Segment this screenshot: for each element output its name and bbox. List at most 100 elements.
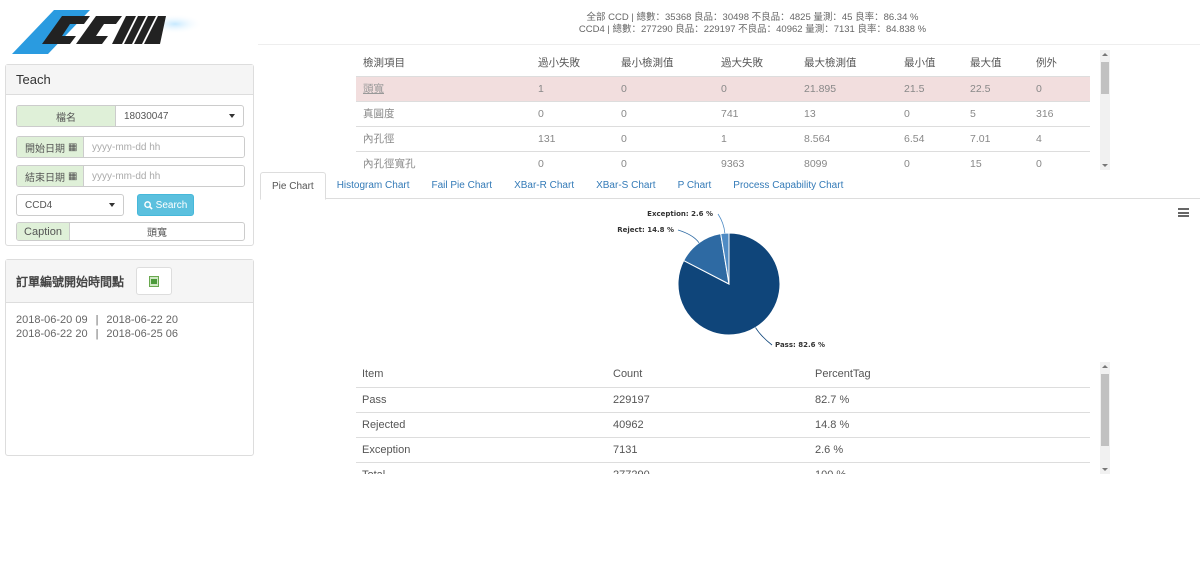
file-name-select[interactable]: 檔名 18030047: [16, 105, 244, 127]
detect-cell: 0: [614, 126, 714, 152]
chevron-down-icon: [229, 114, 235, 118]
chart-tabs: Pie Chart Histogram Chart Fail Pie Chart XB…: [260, 172, 1200, 200]
tab-p-chart[interactable]: P Chart: [667, 172, 723, 199]
detect-cell: 21.5: [897, 76, 963, 102]
ccm-logo-icon: [12, 10, 203, 54]
detect-table-container: 檢測項目 過小失敗 最小檢測值 過大失敗 最大檢測值 最小值 最大值 例外 頭寬 1 0 0 21.8…: [356, 50, 1112, 170]
detect-cell: 21.895: [797, 76, 897, 102]
tab-histogram-chart[interactable]: Histogram Chart: [326, 172, 421, 199]
detect-cell: 0: [897, 151, 963, 170]
detect-item-name[interactable]: 真圓度: [356, 101, 531, 127]
search-button-label: Search: [155, 199, 188, 211]
logo: [10, 6, 203, 56]
detect-cell: 0: [614, 76, 714, 102]
tab-xbar-s-chart[interactable]: XBar-S Chart: [585, 172, 666, 199]
item-cell: 2.6 %: [809, 437, 1090, 463]
scroll-up-icon[interactable]: [1102, 365, 1108, 368]
detect-item-name[interactable]: 頭寬: [356, 76, 531, 102]
item-cell: 229197: [607, 387, 809, 413]
detect-col-header: 過小失敗: [531, 50, 614, 77]
item-col-header: Count: [607, 362, 809, 388]
scroll-down-icon[interactable]: [1102, 164, 1108, 167]
start-date-input[interactable]: [84, 137, 244, 157]
chart-menu-icon[interactable]: [1178, 208, 1189, 217]
item-table-row: Rejected 40962 14.8 %: [356, 412, 1090, 438]
detect-cell: 5: [963, 101, 1029, 127]
detect-cell: 8099: [797, 151, 897, 170]
tab-process-capability-chart[interactable]: Process Capability Chart: [722, 172, 854, 199]
caption-group: Caption 頭寬: [16, 222, 245, 241]
item-cell: 82.7 %: [809, 387, 1090, 413]
item-table-row: Exception 7131 2.6 %: [356, 437, 1090, 463]
detect-cell: 0: [1029, 76, 1090, 102]
item-cell: 14.8 %: [809, 412, 1090, 438]
tab-xbar-r-chart[interactable]: XBar-R Chart: [503, 172, 585, 199]
scroll-up-icon[interactable]: [1102, 53, 1108, 56]
item-table-row: Pass 229197 82.7 %: [356, 387, 1090, 413]
detect-cell: 316: [1029, 101, 1090, 127]
detect-cell: 9363: [714, 151, 797, 170]
pie-connector-reject: [677, 229, 700, 243]
detect-cell: 0: [897, 101, 963, 127]
item-cell: 100 %: [809, 462, 1090, 474]
file-name-label: 檔名: [17, 106, 116, 126]
teach-panel-title: Teach: [6, 65, 253, 95]
detect-cell: 741: [714, 101, 797, 127]
ccd-select-value: CCD4: [25, 199, 53, 211]
scroll-thumb[interactable]: [1101, 62, 1109, 94]
caption-value: 頭寬: [147, 228, 167, 239]
tab-fail-pie-chart[interactable]: Fail Pie Chart: [421, 172, 504, 199]
ccd-select[interactable]: CCD4: [16, 194, 124, 216]
detect-cell: 22.5: [963, 76, 1029, 102]
pie-label-reject: Reject: 14.8 %: [617, 226, 674, 234]
item-col-header: PercentTag: [809, 362, 1090, 388]
search-button[interactable]: Search: [137, 194, 194, 216]
stats-ccd4: CCD4 | 總數：277290 良品：229197 不良品：40962 量測：…: [578, 24, 927, 35]
item-cell: Exception: [356, 437, 607, 463]
detect-table-scrollbar[interactable]: [1100, 50, 1110, 170]
end-date-input[interactable]: [84, 166, 244, 186]
caption-label: Caption: [17, 223, 70, 240]
export-excel-button[interactable]: [136, 267, 173, 295]
pie-label-pass: Pass: 82.6 %: [775, 341, 825, 349]
pie-connector-exception: [717, 213, 726, 234]
detect-cell: 4: [1029, 126, 1090, 152]
pie-chart: Pass: 82.6 % Reject: 14.8 % Exception: 2.6…: [617, 210, 825, 349]
start-date-group: 開始日期 ▦: [16, 136, 245, 158]
search-icon: [143, 200, 153, 210]
item-table-scrollbar[interactable]: [1100, 362, 1110, 474]
item-cell: 40962: [607, 412, 809, 438]
detect-item-name[interactable]: 內孔徑寬孔: [356, 151, 531, 170]
detect-cell: 6.54: [897, 126, 963, 152]
pie-connector-pass: [755, 327, 773, 346]
pie-label-exception: Exception: 2.6 %: [647, 210, 713, 218]
detect-cell: 1: [531, 76, 614, 102]
item-cell: Pass: [356, 387, 607, 413]
item-table: Item Count PercentTag Pass 229197 82.7 % Reje…: [356, 362, 1090, 474]
divider: [258, 44, 1200, 45]
calendar-icon: ▦: [68, 170, 78, 182]
detect-table-row[interactable]: 內孔徑 131 0 1 8.564 6.54 7.01 4: [356, 126, 1090, 152]
start-date-label: 開始日期 ▦: [17, 137, 84, 157]
tab-pie-chart[interactable]: Pie Chart: [260, 172, 326, 200]
detect-cell: 8.564: [797, 126, 897, 152]
detect-cell: 0: [1029, 151, 1090, 170]
detect-table: 檢測項目 過小失敗 最小檢測值 過大失敗 最大檢測值 最小值 最大值 例外 頭寬 1 0 0 21.8…: [356, 50, 1090, 170]
end-date-group: 結束日期 ▦: [16, 165, 245, 187]
detect-col-header: 檢測項目: [356, 50, 531, 77]
order-time-row: 2018-06-22 20 | 2018-06-25 06: [16, 328, 178, 340]
detect-item-name[interactable]: 內孔徑: [356, 126, 531, 152]
excel-icon: [149, 275, 160, 287]
detect-cell: 13: [797, 101, 897, 127]
detect-table-row[interactable]: 內孔徑寬孔 0 0 9363 8099 0 15 0: [356, 151, 1090, 170]
item-cell: 7131: [607, 437, 809, 463]
detect-col-header: 過大失敗: [714, 50, 797, 77]
order-time-title: 訂單編號開始時間點: [16, 274, 125, 289]
file-name-value: 18030047: [124, 110, 169, 122]
detect-table-row[interactable]: 頭寬 1 0 0 21.895 21.5 22.5 0: [356, 76, 1090, 102]
scroll-down-icon[interactable]: [1102, 468, 1108, 471]
chevron-down-icon: [109, 203, 115, 207]
detect-cell: 15: [963, 151, 1029, 170]
detect-table-row[interactable]: 真圓度 0 0 741 13 0 5 316: [356, 101, 1090, 127]
scroll-thumb[interactable]: [1101, 374, 1109, 446]
